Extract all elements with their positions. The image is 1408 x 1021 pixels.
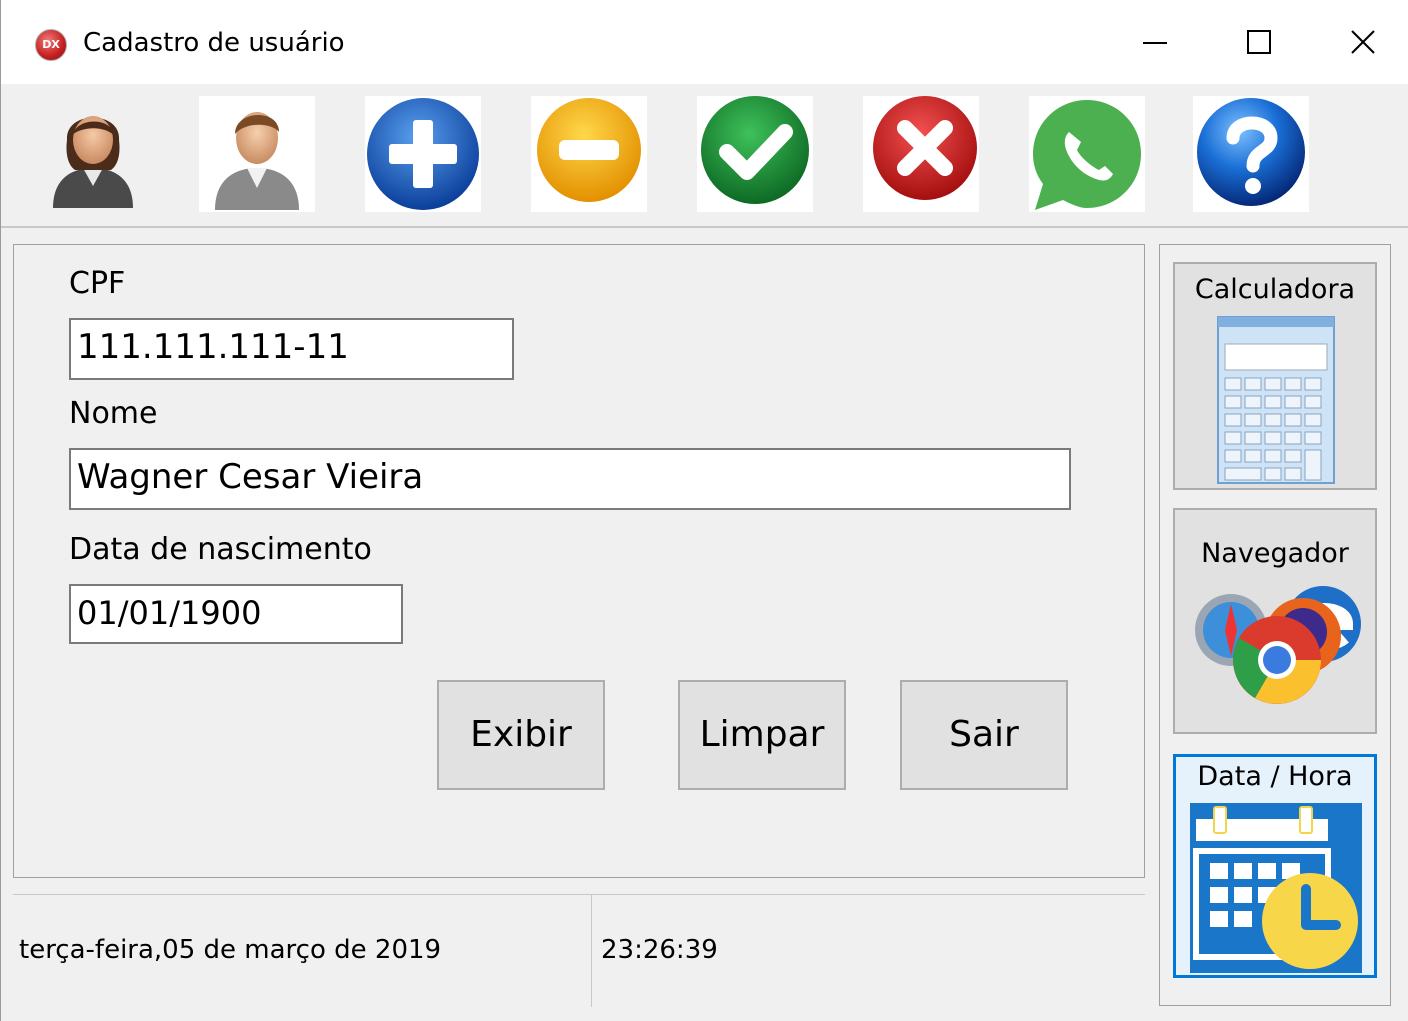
status-date: terça-feira,05 de março de 2019 — [19, 935, 442, 965]
navegador-label: Navegador — [1201, 538, 1349, 569]
x-icon — [873, 96, 977, 200]
navegador-button[interactable]: Navegador — [1173, 508, 1377, 734]
app-icon: DX — [35, 29, 67, 61]
toolbar-add-button[interactable] — [365, 96, 481, 212]
nascimento-label: Data de nascimento — [69, 532, 372, 567]
minimize-button[interactable] — [1125, 20, 1185, 66]
calculator-icon — [1217, 316, 1335, 484]
minus-icon — [537, 98, 641, 202]
calculadora-label: Calculadora — [1194, 274, 1356, 305]
toolbar-remove-button[interactable] — [531, 96, 647, 212]
toolbar-help-button[interactable] — [1193, 96, 1309, 212]
toolbar-cancel-button[interactable] — [863, 96, 979, 212]
data-hora-label: Data / Hora — [1197, 761, 1353, 792]
close-icon — [1351, 30, 1375, 54]
nascimento-field[interactable]: 01/01/1900 — [69, 584, 403, 644]
calculadora-button[interactable]: Calculadora — [1173, 262, 1377, 490]
browsers-icon — [1195, 586, 1361, 704]
status-bar: terça-feira,05 de março de 2019 23:26:39 — [13, 894, 1145, 1007]
toolbar-whatsapp-button[interactable] — [1029, 96, 1145, 212]
cpf-label: CPF — [69, 266, 126, 301]
close-button[interactable] — [1333, 20, 1393, 66]
help-icon — [1197, 98, 1305, 206]
plus-icon — [367, 98, 479, 210]
maximize-button[interactable] — [1229, 20, 1289, 66]
toolbar-user-male-button[interactable] — [199, 96, 315, 212]
main-window: DX Cadastro de usuário CPF 111.111.111-1… — [0, 0, 1408, 1021]
maximize-icon — [1247, 30, 1271, 54]
limpar-button[interactable]: Limpar — [678, 680, 846, 790]
check-icon — [701, 96, 809, 204]
status-divider — [591, 895, 592, 1007]
toolbar-confirm-button[interactable] — [697, 96, 813, 212]
data-hora-button[interactable]: Data / Hora — [1173, 754, 1377, 978]
user-male-icon — [215, 112, 299, 210]
nome-field[interactable]: Wagner Cesar Vieira — [69, 448, 1071, 510]
status-time: 23:26:39 — [601, 935, 718, 965]
calendar-clock-icon — [1190, 803, 1362, 973]
whatsapp-icon — [1033, 100, 1141, 210]
window-title: Cadastro de usuário — [83, 28, 345, 58]
title-bar: DX Cadastro de usuário — [1, 0, 1408, 84]
user-female-icon — [53, 116, 133, 208]
minimize-icon — [1143, 42, 1167, 44]
exibir-button[interactable]: Exibir — [437, 680, 605, 790]
cpf-field[interactable]: 111.111.111-11 — [69, 318, 514, 380]
toolbar-user-female-button[interactable] — [35, 96, 151, 212]
sair-button[interactable]: Sair — [900, 680, 1068, 790]
nome-label: Nome — [69, 396, 158, 431]
